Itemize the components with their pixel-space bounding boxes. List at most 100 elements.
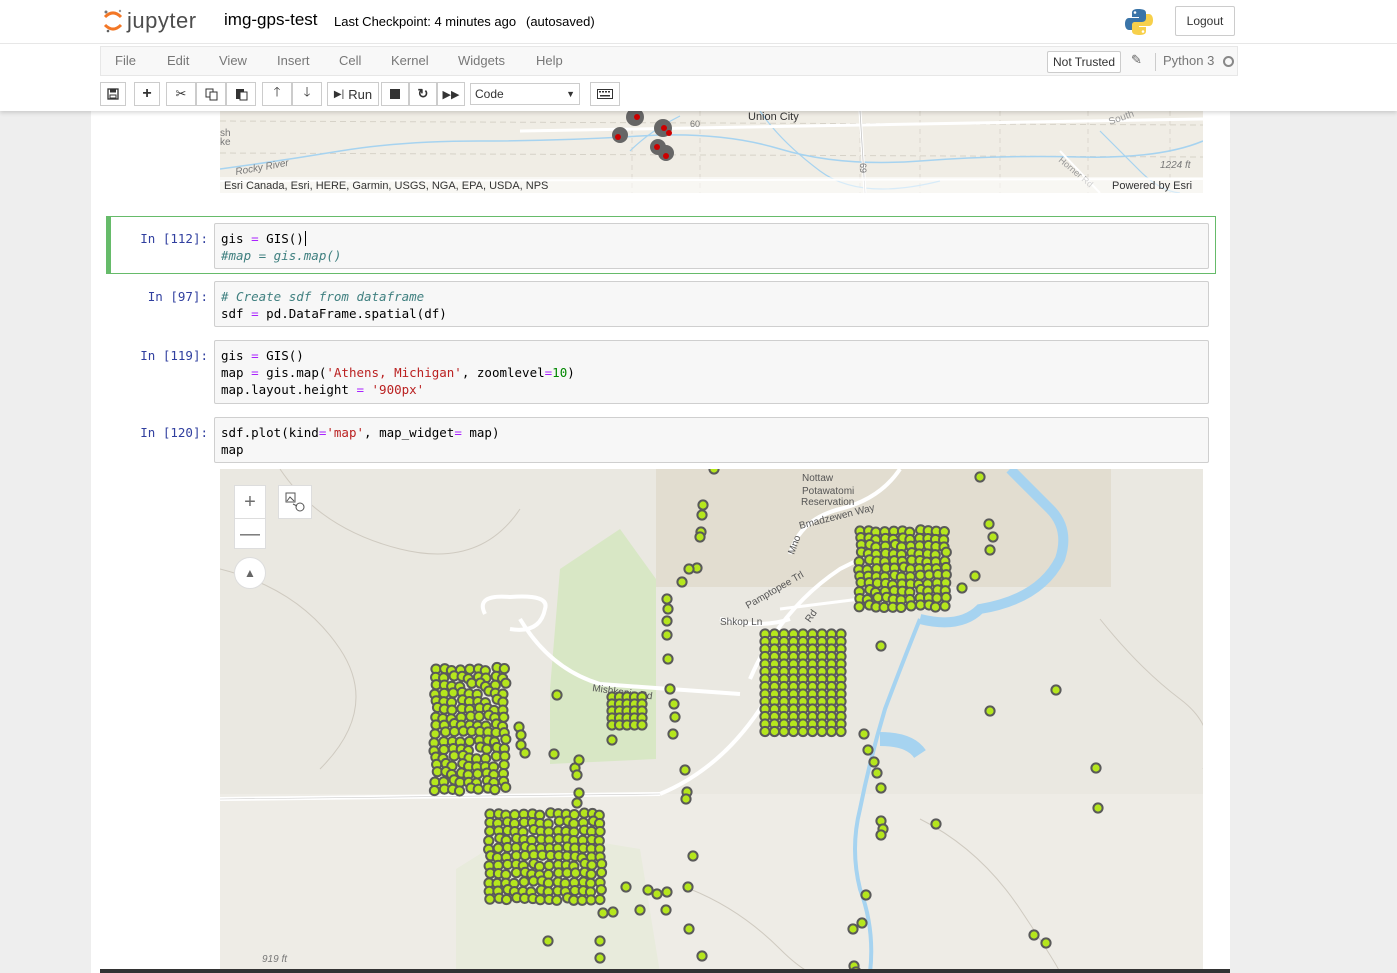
gps-point[interactable] bbox=[787, 725, 800, 738]
cell-input[interactable]: # Create sdf from dataframe sdf = pd.Dat… bbox=[214, 281, 1209, 327]
gps-point[interactable] bbox=[905, 600, 917, 612]
menu-cell[interactable]: Cell bbox=[339, 53, 361, 68]
gps-point[interactable] bbox=[620, 881, 632, 893]
gps-point[interactable] bbox=[797, 725, 809, 738]
gps-point[interactable] bbox=[694, 531, 706, 543]
gps-point[interactable] bbox=[492, 842, 504, 854]
gps-point[interactable] bbox=[676, 576, 688, 588]
gps-point[interactable] bbox=[484, 893, 496, 905]
gps-point[interactable] bbox=[984, 705, 996, 717]
gps-point[interactable] bbox=[438, 743, 450, 756]
move-down-button[interactable]: 🡓 bbox=[292, 82, 322, 106]
gps-point[interactable] bbox=[923, 569, 935, 581]
gps-point[interactable] bbox=[662, 653, 674, 665]
copy-button[interactable] bbox=[196, 82, 226, 106]
gps-point[interactable] bbox=[439, 726, 452, 738]
gps-point[interactable] bbox=[1090, 762, 1102, 774]
save-button[interactable] bbox=[100, 82, 126, 106]
command-palette-button[interactable] bbox=[590, 82, 620, 106]
gps-point[interactable] bbox=[931, 592, 943, 604]
gps-point[interactable] bbox=[448, 725, 461, 738]
gps-point[interactable] bbox=[595, 866, 608, 879]
gps-point[interactable] bbox=[576, 894, 588, 906]
gps-point[interactable] bbox=[500, 893, 513, 906]
gps-point[interactable] bbox=[860, 889, 872, 901]
gps-point[interactable] bbox=[683, 563, 695, 575]
gps-point[interactable] bbox=[543, 859, 555, 872]
gps-point[interactable] bbox=[473, 710, 485, 723]
gps-point[interactable] bbox=[759, 725, 771, 738]
cell-input[interactable]: gis = GIS() map = gis.map('Athens, Michi… bbox=[214, 340, 1209, 404]
gps-point[interactable] bbox=[597, 907, 609, 919]
gps-point[interactable] bbox=[930, 818, 942, 830]
zoom-in-button[interactable]: + bbox=[235, 486, 265, 518]
gps-point[interactable] bbox=[862, 744, 874, 756]
gps-point[interactable] bbox=[519, 747, 531, 759]
move-up-button[interactable]: 🡑 bbox=[262, 82, 292, 106]
menu-view[interactable]: View bbox=[219, 53, 247, 68]
restart-run-all-button[interactable]: ▶▶ bbox=[437, 82, 465, 106]
menu-widgets[interactable]: Widgets bbox=[458, 53, 505, 68]
gps-point[interactable] bbox=[682, 881, 694, 893]
restart-button[interactable]: ↻ bbox=[409, 82, 437, 106]
gps-point[interactable] bbox=[515, 729, 527, 741]
gps-point[interactable] bbox=[661, 593, 673, 605]
code-cell[interactable]: In [119]: gis = GIS() map = gis.map('Ath… bbox=[106, 340, 1216, 404]
gps-point[interactable] bbox=[551, 894, 563, 906]
gps-point[interactable] bbox=[472, 783, 484, 795]
gps-point[interactable] bbox=[661, 615, 673, 627]
gps-point[interactable] bbox=[853, 601, 865, 613]
gps-point[interactable] bbox=[687, 850, 699, 862]
gps-point[interactable] bbox=[983, 518, 995, 530]
gps-point[interactable] bbox=[847, 923, 859, 935]
gps-point[interactable] bbox=[871, 767, 883, 779]
gps-point[interactable] bbox=[607, 906, 619, 918]
gps-point[interactable] bbox=[969, 570, 981, 582]
gps-point[interactable] bbox=[856, 917, 868, 929]
gps-point[interactable] bbox=[669, 711, 681, 723]
gps-point[interactable] bbox=[551, 689, 563, 701]
gps-point[interactable] bbox=[708, 469, 720, 475]
insert-cell-button[interactable]: + bbox=[134, 82, 160, 106]
logout-button[interactable]: Logout bbox=[1175, 6, 1235, 36]
gps-point[interactable] bbox=[498, 663, 510, 675]
menu-insert[interactable]: Insert bbox=[277, 53, 310, 68]
gps-point[interactable] bbox=[984, 544, 996, 556]
gps-point[interactable] bbox=[489, 784, 501, 796]
gps-point[interactable] bbox=[679, 764, 691, 776]
gps-point[interactable] bbox=[585, 894, 597, 906]
gps-point[interactable] bbox=[448, 750, 460, 762]
gps-point[interactable] bbox=[571, 769, 583, 781]
gps-point[interactable] bbox=[940, 546, 952, 558]
paste-button[interactable] bbox=[226, 82, 256, 106]
gps-point[interactable] bbox=[875, 782, 887, 794]
gps-point[interactable] bbox=[835, 725, 847, 738]
gps-point[interactable] bbox=[929, 601, 942, 613]
gps-point[interactable] bbox=[697, 499, 709, 511]
cell-type-select[interactable]: Code ▼ bbox=[470, 83, 580, 105]
code-cell[interactable]: In [120]: sdf.plot(kind='map', map_widge… bbox=[106, 417, 1216, 463]
map-canvas[interactable]: Nottaw Potawatomi Reservation Bmadzewen … bbox=[220, 469, 1203, 973]
gps-point[interactable] bbox=[636, 719, 648, 731]
gps-point[interactable] bbox=[668, 698, 680, 710]
gps-point[interactable] bbox=[586, 859, 598, 871]
cell-input[interactable]: sdf.plot(kind='map', map_widget= map) ma… bbox=[214, 417, 1209, 463]
gps-point[interactable] bbox=[519, 849, 531, 862]
gps-point[interactable] bbox=[481, 743, 493, 755]
map-widget[interactable]: Nottaw Potawatomi Reservation Bmadzewen … bbox=[220, 469, 1203, 973]
zoom-out-button[interactable]: — bbox=[235, 518, 265, 550]
gps-point[interactable] bbox=[585, 868, 597, 880]
gps-point[interactable] bbox=[569, 867, 582, 879]
code-cell[interactable]: In [97]: # Create sdf from dataframe sdf… bbox=[106, 281, 1216, 329]
gps-point[interactable] bbox=[594, 952, 606, 964]
gps-point[interactable] bbox=[816, 725, 828, 738]
gps-point[interactable] bbox=[595, 884, 607, 896]
notebook-name[interactable]: img-gps-test bbox=[224, 10, 318, 30]
gps-point[interactable] bbox=[662, 603, 674, 615]
gps-point[interactable] bbox=[548, 748, 560, 760]
gps-point[interactable] bbox=[858, 728, 870, 740]
gps-point[interactable] bbox=[683, 923, 695, 935]
gps-point[interactable] bbox=[642, 884, 654, 896]
gps-point[interactable] bbox=[500, 781, 512, 793]
gps-point[interactable] bbox=[606, 734, 618, 746]
